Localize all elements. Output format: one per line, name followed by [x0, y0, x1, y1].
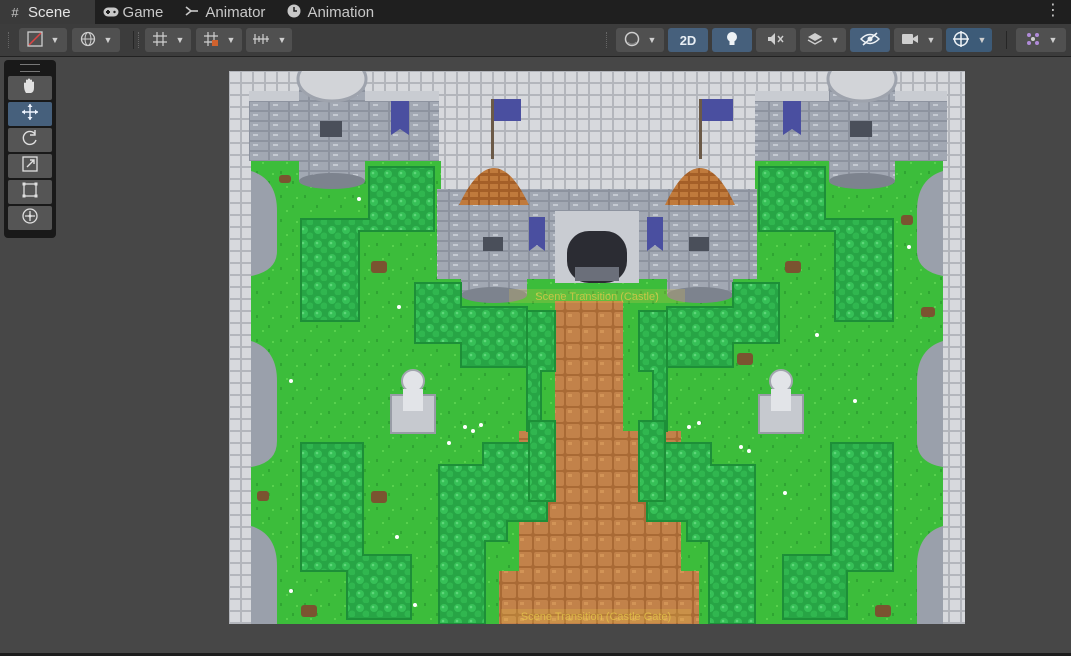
toolbar-grip	[138, 32, 141, 48]
move-arrows-icon	[21, 103, 39, 125]
chevron-down-icon: ▼	[926, 35, 936, 45]
draw-mode-dropdown[interactable]: ▼	[19, 28, 67, 52]
scene-toolbar: ▼ ▼ ▼ ▼ ▼ ▼ 2D ▼ ▼ ▼ ▼	[0, 24, 1071, 57]
grid-snap-icon	[152, 31, 168, 50]
hand-icon	[21, 77, 39, 99]
gizmos-dropdown[interactable]: ▼	[946, 28, 992, 52]
chevron-down-icon: ▼	[175, 35, 185, 45]
rect-tool-button[interactable]	[8, 180, 52, 204]
rect-transform-icon	[21, 181, 39, 203]
2d-mode-label: 2D	[679, 32, 697, 48]
toolbar-grip	[606, 32, 609, 48]
tilemap-scene[interactable]: Scene Transition (Castle) Scene Transiti…	[229, 71, 965, 624]
increment-snap-dropdown[interactable]: ▼	[196, 28, 242, 52]
chevron-down-icon: ▼	[830, 35, 840, 45]
transform-tool-button[interactable]	[8, 206, 52, 230]
camera-icon	[901, 33, 919, 48]
snap-increment-icon	[203, 31, 219, 50]
effects-dropdown[interactable]: ▼	[800, 28, 846, 52]
scene-visibility-toggle[interactable]	[850, 28, 890, 52]
scene-transition-castle-label[interactable]: Scene Transition (Castle)	[535, 291, 659, 303]
transform-icon	[21, 207, 39, 229]
chevron-down-icon: ▼	[226, 35, 236, 45]
rotate-tool-button[interactable]	[8, 128, 52, 152]
grid-visibility-dropdown[interactable]: ▼	[246, 28, 292, 52]
tab-label: Game	[122, 3, 164, 21]
more-options-icon[interactable]: ⋮	[1045, 3, 1061, 19]
scene-transition-gate-label[interactable]: Scene Transition (Castle Gate)	[521, 611, 671, 623]
clock-icon	[287, 4, 301, 21]
grid-icon: #	[11, 4, 19, 20]
toolbar-separator	[133, 31, 134, 49]
eye-hidden-icon	[859, 31, 881, 49]
tab-scene[interactable]: # Scene	[0, 0, 95, 24]
grid-snapping-dropdown[interactable]: ▼	[145, 28, 191, 52]
shading-mode-dropdown[interactable]: ▼	[616, 28, 664, 52]
move-tool-button[interactable]	[8, 102, 52, 126]
draw-mode-icon	[26, 30, 43, 50]
tab-label: Animator	[205, 3, 266, 21]
muted-speaker-icon	[767, 32, 785, 49]
layers-effects-icon	[807, 31, 823, 50]
overlays-icon	[1025, 31, 1041, 50]
scale-tool-button[interactable]	[8, 154, 52, 178]
chevron-down-icon: ▼	[50, 35, 60, 45]
overlay-drag-handle[interactable]	[20, 64, 40, 72]
gamepad-icon	[103, 5, 119, 20]
lightbulb-icon	[725, 31, 739, 50]
tab-label: Animation	[307, 3, 375, 21]
tab-game[interactable]: Game	[95, 0, 178, 24]
chevron-down-icon: ▼	[277, 35, 287, 45]
chevron-down-icon: ▼	[647, 35, 657, 45]
chevron-down-icon: ▼	[1048, 35, 1058, 45]
gizmo-icon	[952, 30, 970, 51]
overlays-dropdown[interactable]: ▼	[1016, 28, 1066, 52]
hand-tool-button[interactable]	[8, 76, 52, 100]
2d-mode-toggle[interactable]: 2D	[668, 28, 708, 52]
toolbar-grip	[8, 32, 11, 48]
global-local-dropdown[interactable]: ▼	[72, 28, 120, 52]
globe-icon	[80, 31, 96, 50]
ruler-icon	[252, 32, 270, 49]
animator-icon	[185, 5, 199, 20]
toolbar-separator	[1006, 31, 1007, 49]
tab-animator[interactable]: Animator	[177, 0, 279, 24]
tab-label: Scene	[28, 3, 71, 21]
chevron-down-icon: ▼	[103, 35, 113, 45]
scene-lighting-toggle[interactable]	[712, 28, 752, 52]
tab-bar: # Scene Game Animator Animation ⋮	[0, 0, 1071, 24]
shading-sphere-icon	[624, 31, 640, 50]
chevron-down-icon: ▼	[977, 35, 987, 45]
scene-audio-toggle[interactable]	[756, 28, 796, 52]
tools-overlay	[4, 60, 56, 238]
tab-animation[interactable]: Animation	[279, 0, 388, 24]
camera-settings-dropdown[interactable]: ▼	[894, 28, 942, 52]
scale-icon	[21, 155, 39, 177]
rotate-icon	[21, 129, 39, 151]
